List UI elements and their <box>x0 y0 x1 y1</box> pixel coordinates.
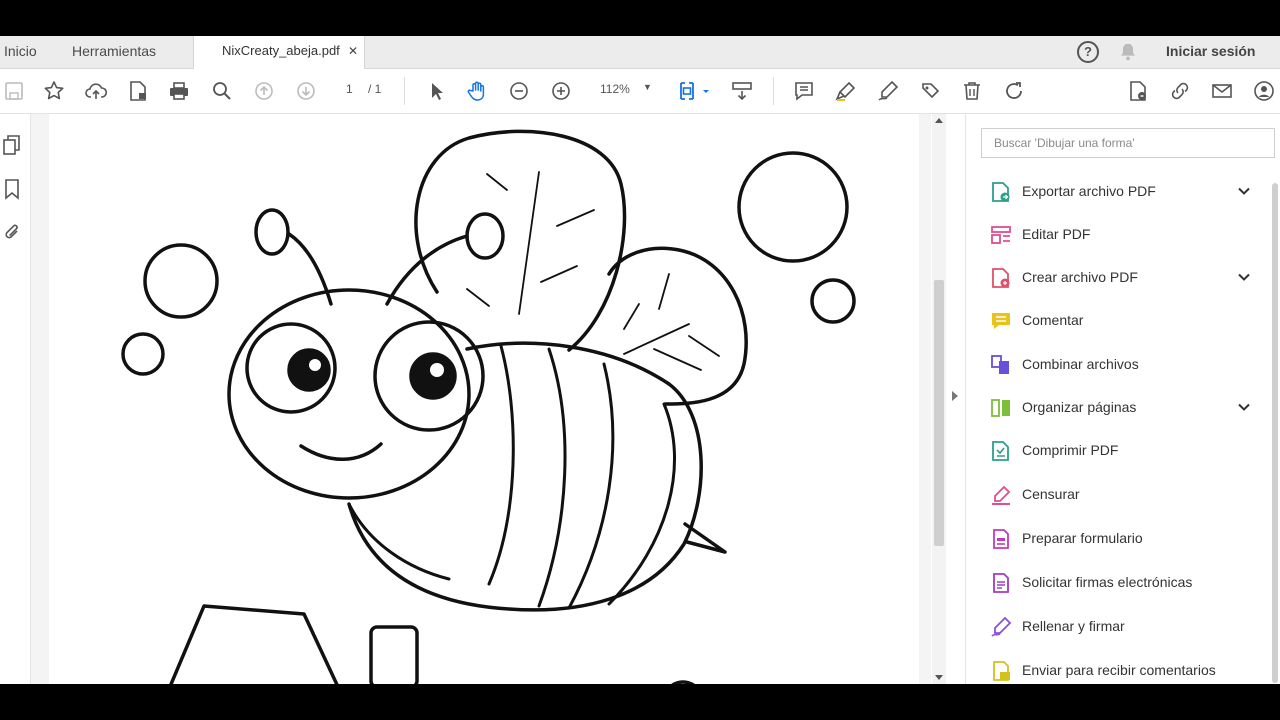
tools-panel-scrollbar[interactable] <box>1272 183 1278 683</box>
tool-label: Comentar <box>1022 312 1084 328</box>
help-icon[interactable]: ? <box>1077 41 1099 63</box>
tool-label: Censurar <box>1022 486 1080 502</box>
document-viewer[interactable] <box>31 114 931 684</box>
tool-label: Preparar formulario <box>1022 530 1143 546</box>
rotate-icon[interactable] <box>1002 79 1026 103</box>
tools-search-input[interactable] <box>981 128 1275 158</box>
scroll-up-icon[interactable] <box>935 118 943 123</box>
previous-page-icon[interactable] <box>252 79 276 103</box>
tab-bar: Inicio Herramientas NixCreaty_abeja.pdf … <box>0 36 1280 69</box>
main-toolbar: 1 / 1 112% ▼ <box>0 69 1280 114</box>
page-number-input[interactable]: 1 <box>346 82 353 96</box>
pdf-page <box>49 114 919 684</box>
trash-icon[interactable] <box>960 79 984 103</box>
chevron-down-icon[interactable] <box>1237 400 1251 414</box>
chevron-down-icon[interactable] <box>1237 270 1251 284</box>
tool-fill-sign[interactable]: Rellenar y firmar <box>966 607 1266 647</box>
page-total: / 1 <box>368 82 382 96</box>
tool-redact[interactable]: Censurar <box>966 475 1266 515</box>
bell-icon[interactable] <box>1117 41 1139 63</box>
tool-label: Solicitar firmas electrónicas <box>1022 574 1193 590</box>
tab-tools[interactable]: Herramientas <box>72 36 156 68</box>
tool-request-signatures[interactable]: Solicitar firmas electrónicas <box>966 563 1266 603</box>
fit-page-icon[interactable] <box>678 79 712 103</box>
tool-label: Rellenar y firmar <box>1022 618 1125 634</box>
tool-label: Enviar para recibir comentarios <box>1022 662 1216 678</box>
tab-home[interactable]: Inicio <box>4 36 37 68</box>
zoom-search-icon[interactable] <box>210 79 234 103</box>
redact-icon <box>990 484 1012 506</box>
scroll-down-icon[interactable] <box>935 675 943 680</box>
tab-close-icon[interactable]: ✕ <box>348 36 358 66</box>
chevron-down-icon[interactable]: ▼ <box>643 82 652 92</box>
share-user-icon[interactable] <box>1252 79 1276 103</box>
print-icon[interactable] <box>167 79 191 103</box>
acrobat-window: Inicio Herramientas NixCreaty_abeja.pdf … <box>0 36 1280 684</box>
tool-label: Editar PDF <box>1022 226 1091 242</box>
create-pdf-icon <box>990 267 1012 289</box>
edit-pdf-icon <box>990 224 1012 246</box>
tool-label: Combinar archivos <box>1022 356 1139 372</box>
zoom-out-icon[interactable] <box>507 79 531 103</box>
export-pdf-icon <box>990 181 1012 203</box>
sign-pen-icon[interactable] <box>876 79 900 103</box>
tab-document[interactable]: NixCreaty_abeja.pdf ✕ <box>193 36 365 69</box>
request-signatures-icon <box>990 572 1012 594</box>
star-icon[interactable] <box>42 79 66 103</box>
tool-send-for-comments[interactable]: Enviar para recibir comentarios <box>966 651 1266 684</box>
email-icon[interactable] <box>1210 79 1234 103</box>
chevron-down-icon[interactable] <box>1237 184 1251 198</box>
send-for-comments-icon <box>990 660 1012 682</box>
export-file-icon[interactable] <box>1126 79 1150 103</box>
tab-document-label: NixCreaty_abeja.pdf <box>222 43 340 58</box>
organize-pages-icon <box>990 397 1012 419</box>
comment-bubble-icon[interactable] <box>792 79 816 103</box>
link-sign-icon[interactable] <box>1168 79 1192 103</box>
bee-coloring-illustration <box>121 129 856 684</box>
next-page-icon[interactable] <box>294 79 318 103</box>
upload-cloud-icon[interactable] <box>84 79 108 103</box>
zoom-level-select[interactable]: 112% <box>600 82 630 96</box>
tool-label: Exportar archivo PDF <box>1022 183 1156 199</box>
tool-label: Crear archivo PDF <box>1022 269 1138 285</box>
fill-sign-icon <box>990 616 1012 638</box>
save-icon[interactable] <box>2 79 26 103</box>
highlighter-icon[interactable] <box>834 79 858 103</box>
prepare-form-icon <box>990 528 1012 550</box>
tool-comment[interactable]: Comentar <box>966 301 1266 341</box>
tool-label: Comprimir PDF <box>1022 442 1119 458</box>
tools-panel: Exportar archivo PDF Editar PDF Crear ar… <box>965 114 1280 684</box>
compress-pdf-icon <box>990 440 1012 462</box>
select-arrow-icon[interactable] <box>424 79 448 103</box>
toolbar-divider <box>404 77 405 105</box>
protect-file-icon[interactable] <box>126 79 150 103</box>
left-navigation-rail <box>0 114 31 684</box>
tool-compress-pdf[interactable]: Comprimir PDF <box>966 431 1266 471</box>
comment-icon <box>990 310 1012 332</box>
tool-organize-pages[interactable]: Organizar páginas <box>966 388 1266 428</box>
hand-tool-icon[interactable] <box>465 79 489 103</box>
tool-combine-files[interactable]: Combinar archivos <box>966 345 1266 385</box>
attachment-paperclip-icon[interactable] <box>2 222 22 244</box>
sign-in-link[interactable]: Iniciar sesión <box>1166 36 1255 66</box>
scroll-mode-icon[interactable] <box>730 79 754 103</box>
tool-edit-pdf[interactable]: Editar PDF <box>966 215 1266 255</box>
tool-export-pdf[interactable]: Exportar archivo PDF <box>966 172 1266 212</box>
collapse-right-panel-icon[interactable] <box>952 391 958 401</box>
tool-create-pdf[interactable]: Crear archivo PDF <box>966 258 1266 298</box>
document-scrollbar[interactable] <box>932 114 946 684</box>
zoom-in-icon[interactable] <box>549 79 573 103</box>
tool-prepare-form[interactable]: Preparar formulario <box>966 519 1266 559</box>
toolbar-divider <box>773 77 774 105</box>
stamp-tag-icon[interactable] <box>918 79 942 103</box>
bookmark-icon[interactable] <box>2 178 22 200</box>
combine-files-icon <box>990 354 1012 376</box>
tool-label: Organizar páginas <box>1022 399 1137 415</box>
scrollbar-thumb[interactable] <box>934 280 944 546</box>
pages-thumbnails-icon[interactable] <box>2 134 22 156</box>
